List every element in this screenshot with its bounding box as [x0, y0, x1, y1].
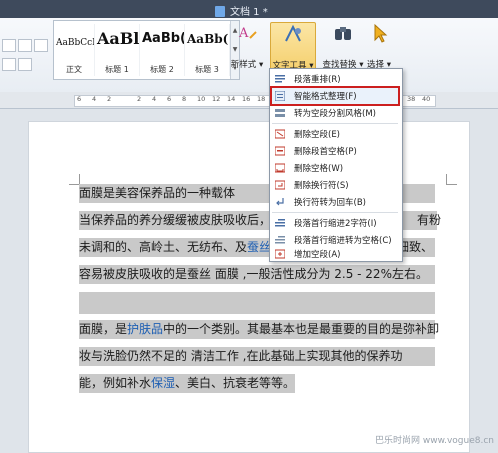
text-line-4: 容易被皮肤吸收的是蚕丝 面膜 ,一般活性成分为 2.5 - 22%左右。 [79, 265, 435, 284]
delete-linebreak-icon [274, 180, 286, 190]
ruler-tick-label: 6 [77, 95, 82, 103]
link-skincare[interactable]: 护肤品 [127, 322, 163, 336]
ruler-tick-label: 4 [92, 95, 97, 103]
style-heading-3[interactable]: AaBb( 标题 3 [185, 24, 230, 76]
border-icon[interactable] [18, 58, 32, 71]
text-line-5: 面膜，是护肤品中的一个类别。其最基本也是最重要的目的是弥补卸 [79, 320, 439, 339]
ruler-tick-label: 8 [182, 95, 187, 103]
menu-item-linebreak-to-enter[interactable]: 换行符转为回车(B) [272, 194, 398, 210]
text-line-7: 能，例如补水保湿、美白、抗衰老等等。 [79, 374, 295, 393]
new-style-icon: A [236, 22, 258, 44]
ruler-tick-label: 4 [152, 95, 157, 103]
watermark: 巴乐时尚网 www.vogue8.cn [374, 436, 494, 446]
split-style-icon [275, 108, 285, 118]
line-spacing-icon[interactable] [2, 58, 16, 71]
ruler-tick-label: 40 [422, 95, 431, 103]
horizontal-ruler: 642246810121416182022242628303234363840 [0, 92, 498, 109]
ribbon-toolbar: AaBbCcDd 正文 AaBl 标题 1 AaBb( 标题 2 AaBb( 标… [0, 18, 498, 93]
select-button[interactable]: 选择 ▾ [364, 22, 394, 70]
menu-item-delete-linebreak[interactable]: 删除换行符(S) [272, 177, 398, 193]
delete-leading-space-icon [274, 146, 286, 156]
binoculars-icon [332, 22, 354, 44]
ruler-tick-label: 2 [137, 95, 142, 103]
find-replace-button[interactable]: 查找替换 ▾ [322, 22, 364, 70]
svg-text:A: A [238, 26, 249, 41]
document-area: 面膜是美容保养品的一种载体 钟， 当保养品的养分缓缓被皮肤吸收后，眼 有粉 未调… [0, 109, 498, 453]
menu-item-indent-2-chars[interactable]: 段落首行缩进2字符(I) [272, 215, 398, 231]
ruler-tick-label: 18 [257, 95, 266, 103]
menu-item-delete-empty-paragraph[interactable]: 删除空段(E) [272, 126, 398, 142]
ruler-tick-label: 2 [107, 95, 112, 103]
indent-icon [275, 218, 285, 228]
text-tools-icon [282, 23, 304, 45]
ruler-tick-label: 12 [212, 95, 221, 103]
ruler-tick-label: 14 [227, 95, 236, 103]
link-silk[interactable]: 蚕丝 [247, 240, 271, 254]
delete-empty-paragraph-icon [274, 129, 286, 139]
paragraph-rearrange-icon [275, 74, 285, 84]
ruler-tick-label: 6 [167, 95, 172, 103]
align-left-icon[interactable] [2, 39, 16, 52]
document-page[interactable]: 面膜是美容保养品的一种载体 钟， 当保养品的养分缓缓被皮肤吸收后，眼 有粉 未调… [28, 121, 470, 453]
document-icon [215, 6, 225, 17]
justify-icon[interactable] [34, 39, 48, 52]
ruler-tick-label: 38 [407, 95, 416, 103]
menu-item-add-empty-paragraph[interactable]: 增加空段(A) [272, 246, 398, 262]
linebreak-to-enter-icon [275, 197, 285, 207]
indent-to-space-icon [275, 235, 285, 245]
document-title: 文档 1 * [215, 3, 268, 18]
delete-space-icon [274, 163, 286, 173]
menu-item-split-style[interactable]: 转为空段分割风格(M) [272, 105, 398, 121]
cursor-arrow-icon [368, 22, 390, 44]
menu-item-delete-space[interactable]: 删除空格(W) [272, 160, 398, 176]
new-style-button[interactable]: A 新样式 ▾ [228, 22, 266, 70]
menu-item-smart-format[interactable]: 智能格式整理(F) [270, 86, 400, 106]
empty-line [79, 292, 435, 314]
menu-separator [272, 212, 398, 213]
menu-item-paragraph-rearrange[interactable]: 段落重排(R) [272, 71, 398, 87]
style-normal[interactable]: AaBbCcDd 正文 [54, 24, 95, 76]
style-heading-2[interactable]: AaBb( 标题 2 [140, 24, 185, 76]
text-line-6: 妆与洗脸仍然不足的 清洁工作 ,在此基础上实现其他的保养功 [79, 347, 435, 366]
smart-format-icon [274, 90, 286, 102]
style-gallery: AaBbCcDd 正文 AaBl 标题 1 AaBb( 标题 2 AaBb( 标… [53, 20, 240, 80]
text-tools-button[interactable]: 文字工具 ▾ [270, 22, 316, 74]
ruler-tick-label: 16 [242, 95, 251, 103]
align-center-icon[interactable] [18, 39, 32, 52]
title-bar: 文档 1 * [0, 0, 498, 18]
link-moisturize[interactable]: 保湿 [151, 376, 175, 390]
paragraph-format-tools [0, 23, 48, 78]
menu-item-delete-leading-space[interactable]: 删除段首空格(P) [272, 143, 398, 159]
text-tools-menu: 段落重排(R) 智能格式整理(F) 转为空段分割风格(M) 删除空段(E) 删除… [269, 68, 403, 262]
style-heading-1[interactable]: AaBl 标题 1 [95, 24, 140, 76]
margin-corner-top-right [446, 174, 457, 185]
menu-separator [272, 123, 398, 124]
ruler-tick-label: 10 [197, 95, 206, 103]
add-empty-paragraph-icon [274, 249, 286, 259]
